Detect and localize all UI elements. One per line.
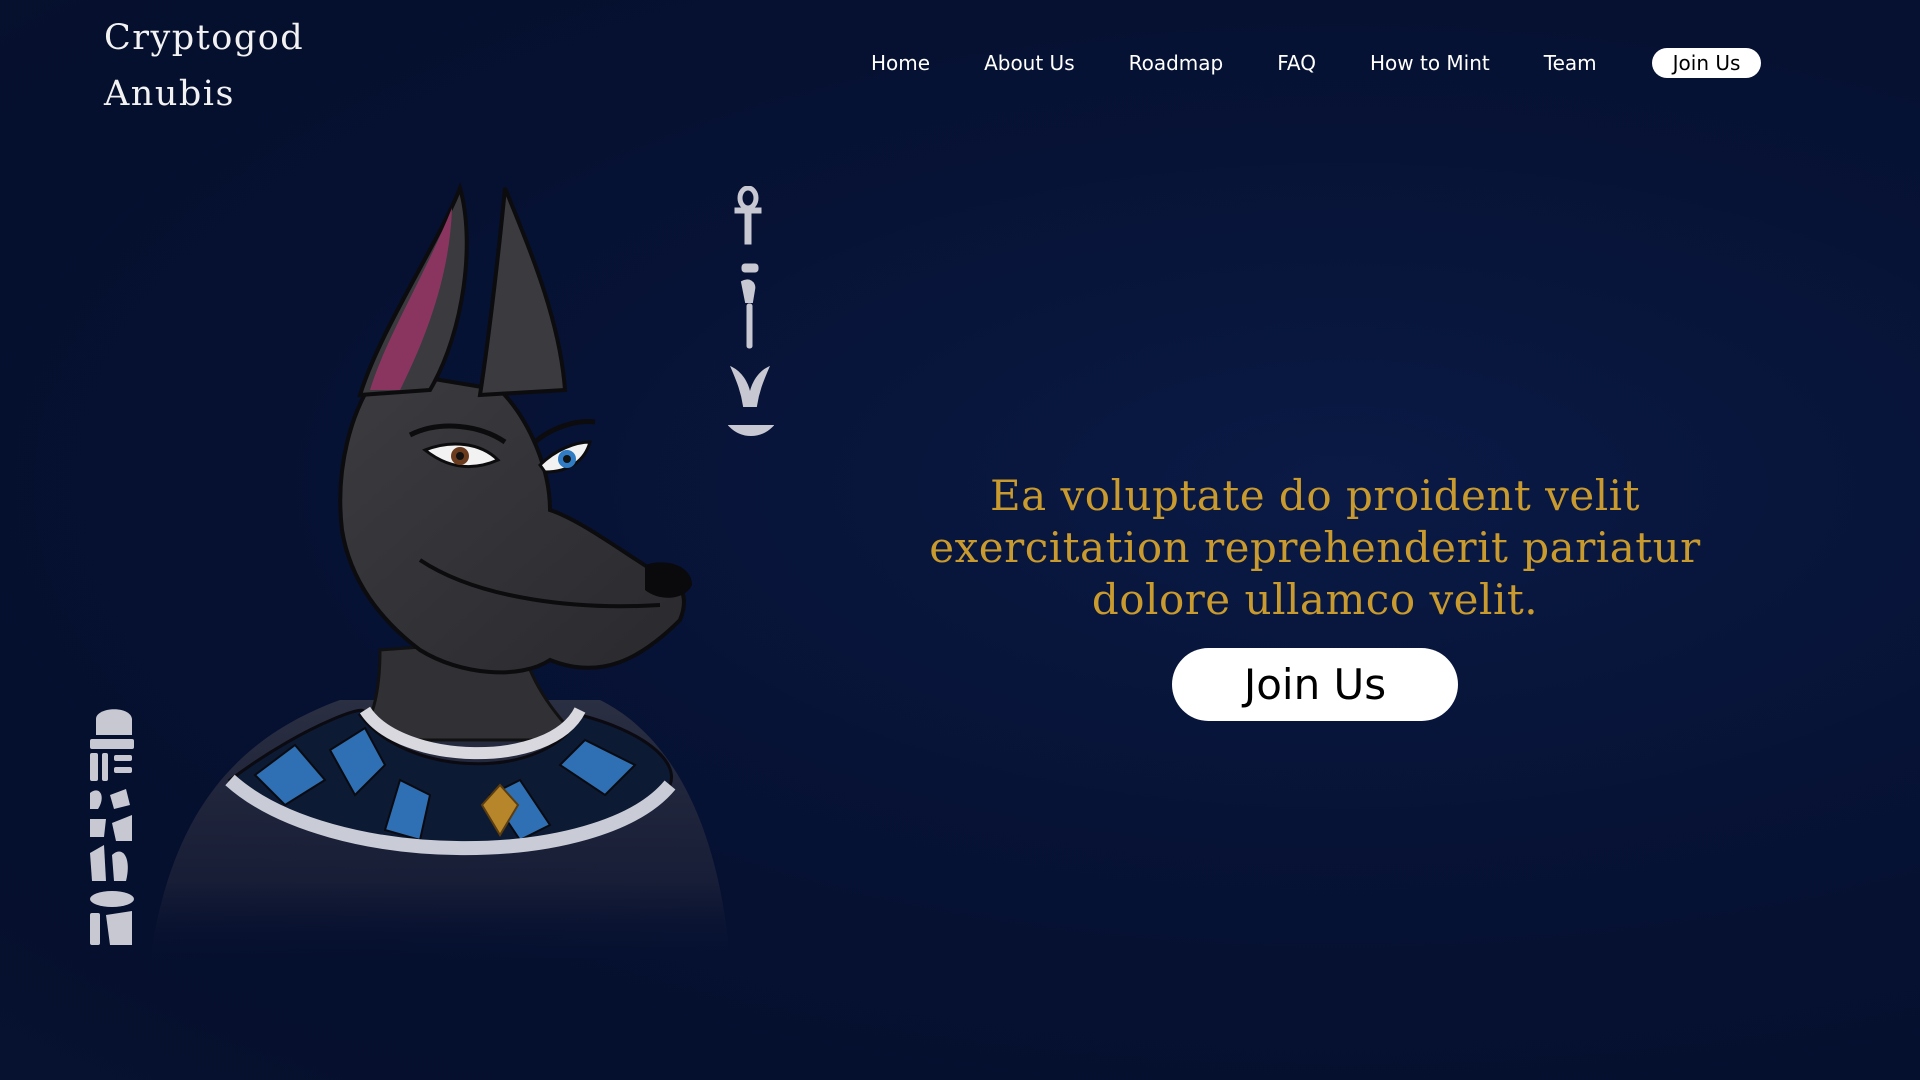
hero-section: Ea voluptate do proident velit exercitat… bbox=[880, 470, 1750, 721]
hieroglyph-column-top bbox=[727, 185, 775, 441]
brand-name-line1: Cryptogod bbox=[104, 18, 305, 58]
hero-heading: Ea voluptate do proident velit exercitat… bbox=[929, 471, 1701, 624]
nav-team[interactable]: Team bbox=[1544, 51, 1597, 75]
nav-how-to-mint[interactable]: How to Mint bbox=[1370, 51, 1490, 75]
brand-name-line2: Anubis bbox=[104, 74, 235, 114]
nav-faq[interactable]: FAQ bbox=[1277, 51, 1316, 75]
anubis-illustration-svg bbox=[150, 181, 730, 960]
nav-about-us[interactable]: About Us bbox=[984, 51, 1075, 75]
nav-join-us-button[interactable]: Join Us bbox=[1651, 48, 1762, 78]
main-nav: Home About Us Roadmap FAQ How to Mint Te… bbox=[871, 47, 1762, 79]
anubis-right-ear bbox=[477, 187, 568, 398]
hieroglyph-column-top-svg bbox=[727, 185, 775, 436]
hero-join-us-button[interactable]: Join Us bbox=[1171, 648, 1459, 721]
nav-roadmap[interactable]: Roadmap bbox=[1129, 51, 1224, 75]
brand-logo[interactable]: Cryptogod Anubis bbox=[104, 10, 304, 122]
hieroglyph-column-bottom-svg bbox=[90, 709, 134, 945]
nav-home[interactable]: Home bbox=[871, 51, 930, 75]
anubis-nose bbox=[645, 562, 692, 598]
hieroglyph-column-bottom bbox=[86, 705, 136, 960]
anubis-illustration bbox=[80, 180, 800, 980]
anubis-head bbox=[338, 367, 686, 675]
